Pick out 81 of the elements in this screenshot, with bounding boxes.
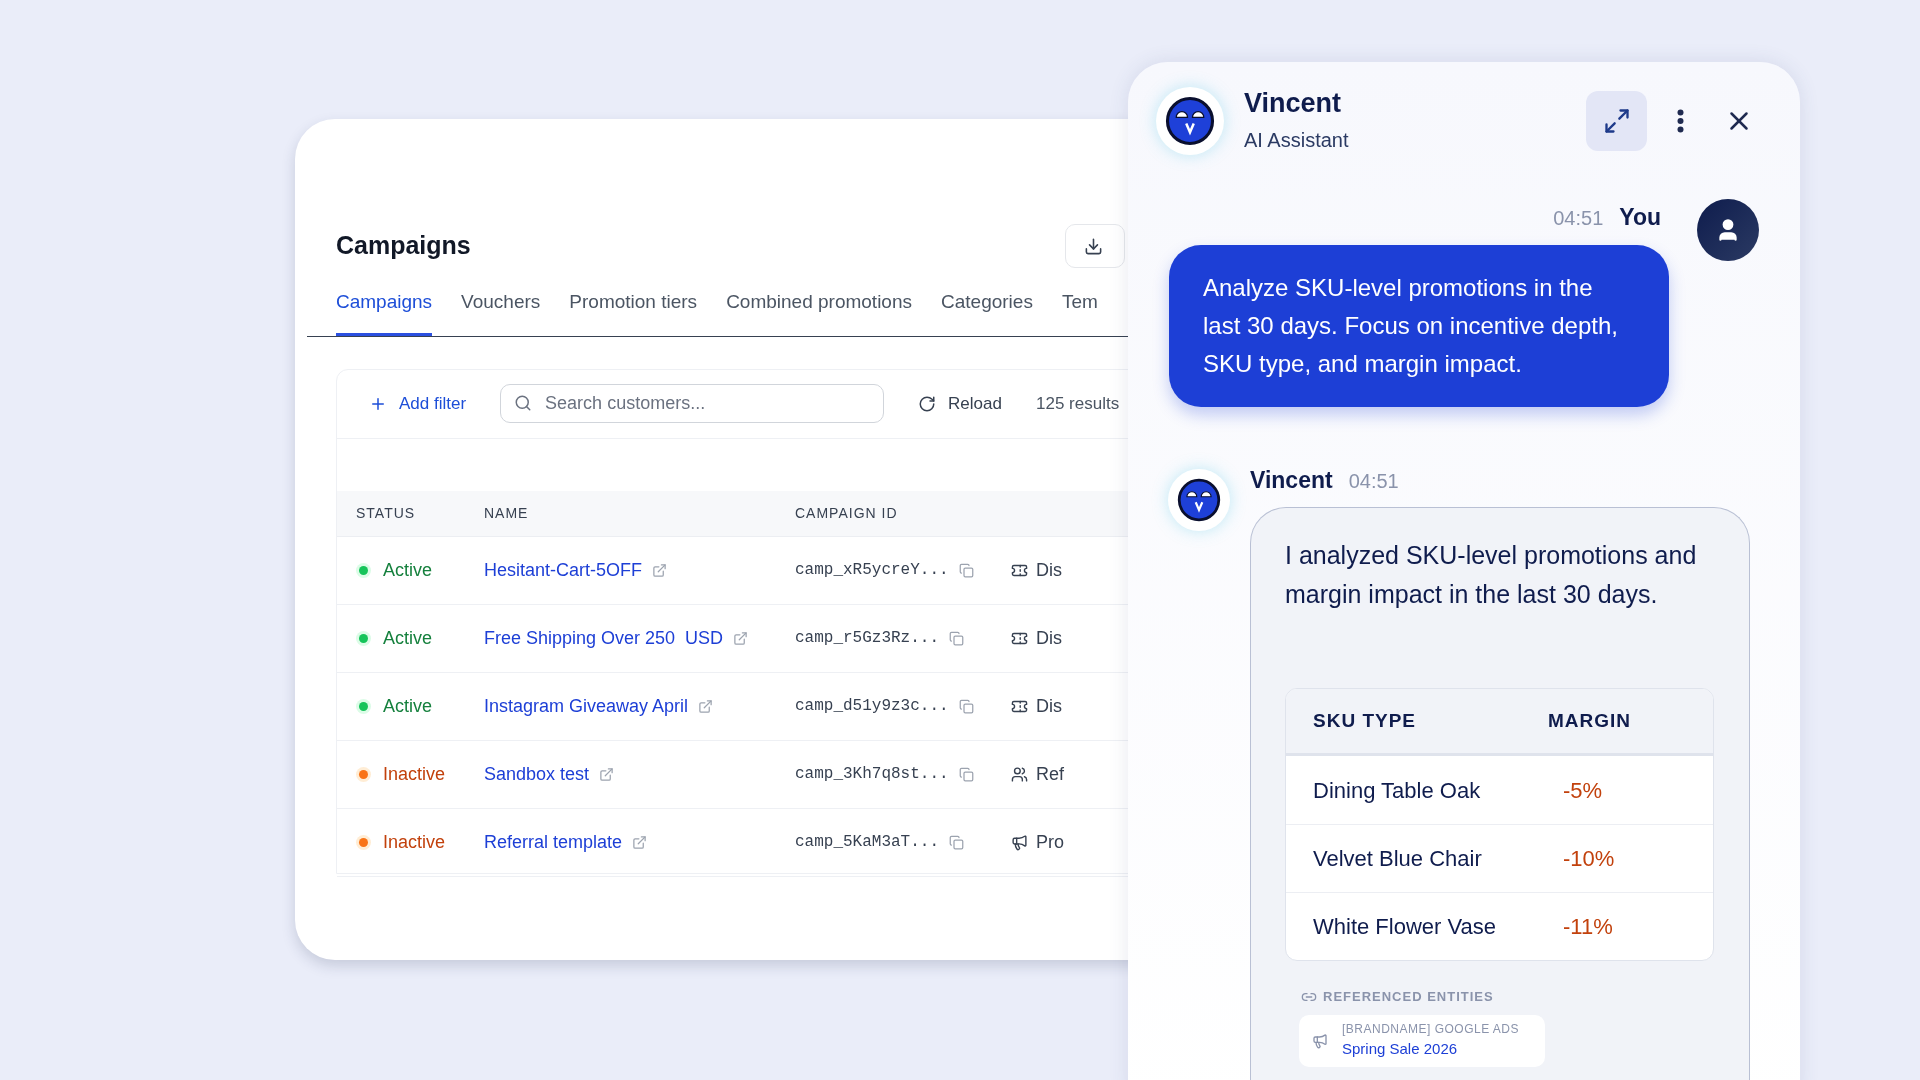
- status-label: Inactive: [383, 830, 446, 854]
- copy-icon[interactable]: [958, 766, 974, 782]
- campaign-link[interactable]: Free Shipping Over 250 USD: [484, 624, 724, 652]
- entity-source: [BRANDNAME] GOOGLE ADS: [1342, 1021, 1520, 1039]
- expand-button[interactable]: [1586, 91, 1647, 151]
- column-header: MARGIN: [1548, 708, 1632, 733]
- assistant-name: Vincent: [1244, 87, 1343, 119]
- sku-name: White Flower Vase: [1312, 913, 1497, 941]
- search-field[interactable]: Search customers...: [500, 384, 885, 423]
- margin-value: -5%: [1563, 776, 1603, 805]
- tab[interactable]: Tem: [1061, 288, 1098, 336]
- message-time: 04:51: [1553, 206, 1604, 231]
- more-button[interactable]: [1677, 109, 1684, 133]
- expand-icon: [1602, 107, 1631, 135]
- campaign-type: Dis: [1036, 626, 1062, 650]
- tab[interactable]: Categories: [941, 288, 1033, 336]
- section-label: REFERENCED ENTITIES: [1323, 988, 1494, 1006]
- status-dot: [356, 766, 371, 782]
- search-icon: [514, 394, 533, 412]
- results-count: 125 results: [1035, 392, 1120, 415]
- external-link-icon: [599, 766, 615, 782]
- sku-name: Velvet Blue Chair: [1312, 845, 1483, 873]
- megaphone-icon: [1312, 1032, 1328, 1049]
- tab[interactable]: Promotion tiers: [569, 288, 698, 336]
- status-dot: [356, 834, 371, 850]
- user-message: Analyze SKU-level promotions in the last 30 days. Focus on incentive depth, SKU type, and margin impact.: [1169, 244, 1669, 407]
- assistant-role: AI Assistant: [1244, 128, 1349, 153]
- campaign-link[interactable]: Sandbox test: [484, 760, 590, 788]
- entity-name: Spring Sale 2026: [1342, 1039, 1459, 1060]
- status-label: Inactive: [383, 762, 446, 786]
- campaign-id: camp_5KaM3aT...: [795, 832, 940, 853]
- external-link-icon: [733, 630, 749, 646]
- message-author: You: [1619, 203, 1661, 232]
- campaign-id: camp_xR5ycreY...: [795, 560, 949, 581]
- column-header: SKU TYPE: [1312, 708, 1418, 733]
- status-label: Active: [383, 558, 433, 582]
- message-text: I analyzed SKU-level promotions and margin impact in the last 30 days.: [1285, 540, 1698, 610]
- campaign-type: Dis: [1036, 558, 1062, 582]
- column-header: CAMPAIGN ID: [795, 503, 898, 523]
- message-author: Vincent: [1250, 465, 1333, 495]
- margin-value: -10%: [1563, 845, 1615, 873]
- copy-icon[interactable]: [958, 562, 974, 578]
- campaign-type: Pro: [1036, 830, 1064, 854]
- campaign-link[interactable]: Referral template: [484, 828, 623, 856]
- margin-value: -11%: [1563, 913, 1613, 941]
- external-link-icon: [698, 698, 714, 714]
- type-icon: [1011, 833, 1028, 851]
- tab[interactable]: Vouchers: [461, 288, 541, 336]
- campaign-type: Dis: [1036, 694, 1062, 718]
- campaign-link[interactable]: Hesitant-Cart-5OFF: [484, 556, 643, 584]
- entity-card[interactable]: [BRANDNAME] GOOGLE ADS Spring Sale 2026: [1299, 1014, 1545, 1067]
- campaign-type: Ref: [1036, 762, 1064, 786]
- assistant-avatar: [1156, 87, 1224, 155]
- export-button[interactable]: [1065, 224, 1125, 268]
- copy-icon[interactable]: [949, 630, 965, 646]
- assistant-avatar: [1168, 468, 1230, 531]
- campaign-id: camp_r5Gz3Rz...: [795, 628, 940, 649]
- status-dot: [356, 630, 371, 646]
- column-header: NAME: [484, 503, 530, 523]
- status-dot: [356, 698, 371, 714]
- type-icon: [1011, 765, 1028, 783]
- campaign-id: camp_3Kh7q8st...: [795, 764, 949, 785]
- status-label: Active: [383, 626, 433, 650]
- external-link-icon: [632, 834, 648, 850]
- status-label: Active: [383, 694, 433, 718]
- download-icon: [1084, 236, 1103, 256]
- copy-icon[interactable]: [958, 698, 974, 714]
- campaign-link[interactable]: Instagram Giveaway April: [484, 692, 689, 720]
- sku-name: Dining Table Oak: [1312, 776, 1482, 805]
- page-title: Campaigns: [336, 230, 471, 262]
- message-time: 04:51: [1348, 468, 1399, 494]
- more-icon: [1677, 109, 1684, 133]
- column-header: STATUS: [355, 503, 417, 523]
- status-dot: [356, 562, 371, 578]
- reload-icon: [918, 394, 937, 413]
- add-filter-button[interactable]: Add filter: [369, 390, 467, 417]
- reload-button[interactable]: Reload: [918, 390, 1002, 417]
- tab[interactable]: Combined promotions: [726, 288, 912, 336]
- campaign-id: camp_d51y9z3c...: [795, 696, 949, 717]
- external-link-icon: [652, 562, 668, 578]
- copy-icon[interactable]: [949, 834, 965, 850]
